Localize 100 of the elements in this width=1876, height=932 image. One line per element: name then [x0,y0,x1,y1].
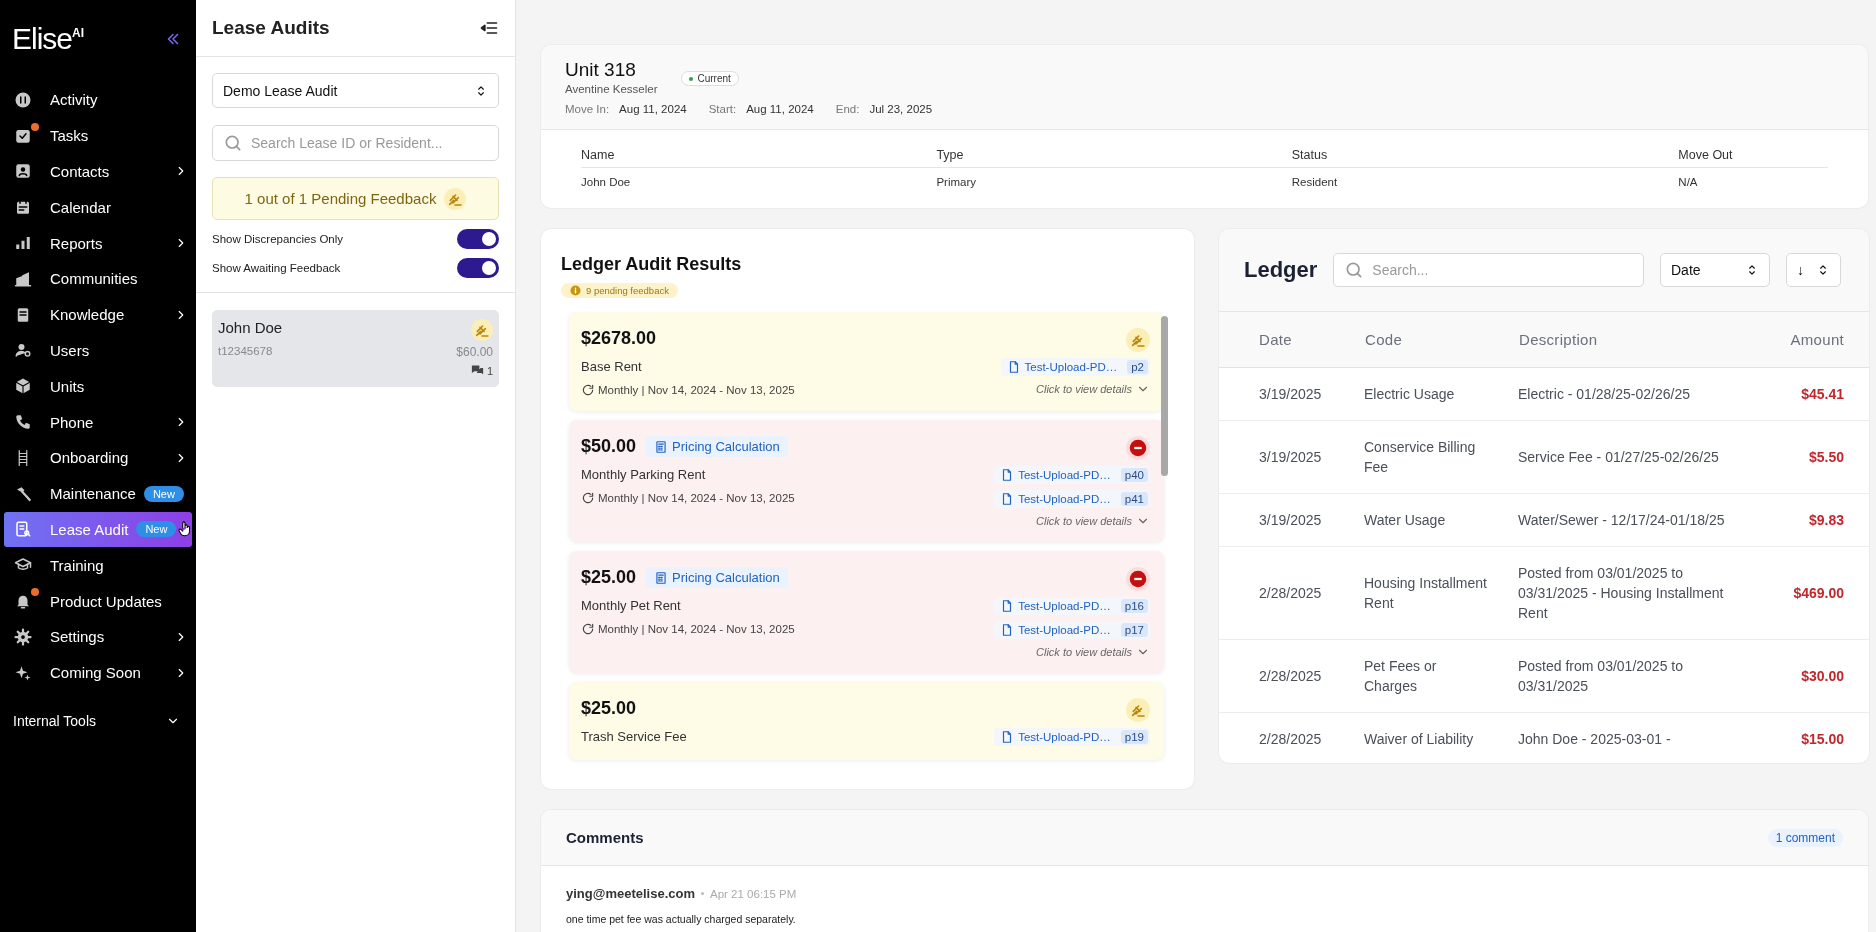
sidebar-item[interactable]: Settings [4,618,192,655]
audit-item-card[interactable]: $25.00 Trash Service Fee Test-Upload-PD… p19 [569,682,1164,760]
audit-item-card[interactable]: $2678.00 Base Rent Monthly | Nov 14, 2024 - Nov 13, 2025 Test-Upload-PD… p2 Click to view details [569,312,1164,411]
document-link[interactable]: Test-Upload-PD… p41 [994,490,1150,508]
table-cell: $15.00 [1763,712,1869,763]
sidebar-item[interactable]: Maintenance New [4,475,192,512]
column-header: Code [1364,312,1518,368]
document-link[interactable]: Test-Upload-PD… p16 [994,597,1150,615]
view-details-button[interactable]: Click to view details [1036,514,1150,528]
date-value: Jul 23, 2025 [869,103,933,115]
date-label: Move In: [565,103,610,115]
table-cell: $30.00 [1763,639,1869,713]
view-details-button[interactable]: Click to view details [1036,382,1150,396]
section-title: Ledger Audit Results [561,254,743,275]
toggle-switch[interactable] [457,229,499,249]
sidebar-item[interactable]: Units [4,368,192,405]
charge-name: Base Rent [581,359,643,374]
refresh-icon [581,491,595,505]
sidebar-item[interactable]: Training [4,547,192,584]
view-details-button[interactable]: Click to view details [1036,645,1150,659]
table-cell: Electric Usage [1364,367,1518,421]
remove-icon [1126,567,1150,591]
document-search-icon [14,520,32,539]
charge-schedule: Monthly | Nov 14, 2024 - Nov 13, 2025 [598,623,795,635]
audit-amount: $50.00 [581,436,637,457]
charge-name: Monthly Pet Rent [581,598,682,613]
charge-schedule: Monthly | Nov 14, 2024 - Nov 13, 2025 [598,384,795,396]
table-cell: Water/Sewer - 12/17/24-01/18/25 [1518,493,1763,547]
section-title: Ledger [1244,257,1318,283]
sidebar-item[interactable]: Knowledge [4,296,192,333]
search-field[interactable]: Search Lease ID or Resident... [212,125,499,161]
table-cell-text: Primary [936,175,977,188]
sidebar-item[interactable]: Coming Soon [4,654,192,691]
table-cell: $5.50 [1763,420,1869,494]
sort-select[interactable]: Date [1660,253,1770,287]
date-label: Start: [708,103,737,115]
gavel-icon [471,319,493,341]
toggle-switch[interactable] [457,258,499,278]
column-header: Status [1291,148,1679,168]
comment-text: one time pet fee was actually charged separately. [566,913,797,925]
sidebar-item[interactable]: Phone [4,404,192,440]
panel-title: Lease Audits [212,17,330,39]
phone-icon [14,413,32,432]
table-cell: 3/19/2025 [1219,367,1364,421]
table-cell: Posted from 03/01/2025 to 03/31/2025 - Housing Installment Rent [1518,546,1763,640]
calendar-icon [14,198,32,217]
document-link[interactable]: Test-Upload-PD… p40 [994,466,1150,484]
document-link[interactable]: Test-Upload-PD… p2 [1000,358,1150,376]
column-header: Date [1219,312,1364,368]
toggle-label: Show Awaiting Feedback [212,262,341,274]
scrollbar[interactable] [1161,316,1168,476]
resident-amount: $60.00 [456,345,493,359]
table-cell-text: N/A [1678,175,1699,188]
resident-card[interactable]: John Doe t12345678 $60.00 1 [212,310,499,387]
table-cell: Waiver of Liability [1364,712,1518,763]
sidebar-item[interactable]: Tasks [4,117,192,154]
table-cell: Service Fee - 01/27/25-02/26/25 [1518,420,1763,494]
charge-schedule: Monthly | Nov 14, 2024 - Nov 13, 2025 [598,492,795,504]
sidebar-item[interactable]: Onboarding [4,439,192,476]
charge-name: Monthly Parking Rent [581,467,707,482]
table-cell: 2/28/2025 [1219,546,1364,640]
document-link[interactable]: Test-Upload-PD… p19 [994,728,1150,746]
sidebar-item[interactable]: Reports [4,225,192,261]
sidebar-item[interactable]: Communities [4,261,192,297]
unit-title: Unit 318 [565,59,637,81]
document-link[interactable]: Test-Upload-PD… p17 [994,621,1150,639]
sidebar-item[interactable]: Activity [4,82,192,118]
comment-count-badge: 1 comment [1767,828,1843,847]
search-field[interactable]: Search... [1333,253,1644,287]
sidebar-item[interactable]: Contacts [4,153,192,190]
sidebar-item[interactable]: Calendar [4,189,192,226]
new-badge: New [136,521,177,538]
contact-card-icon [14,162,32,181]
date-label: End: [835,103,860,115]
new-badge: New [143,485,184,502]
internal-tools-section[interactable]: Internal Tools [4,702,192,739]
audit-item-card[interactable]: $50.00 Pricing Calculation Monthly Parking Rent Monthly | Nov 14, 2024 - Nov 13, 2025 Test-Upload-PD… p40 Test-Upload-PD… p41 Click to view details [569,420,1164,542]
pricing-calculation-tag: Pricing Calculation [646,436,788,457]
audit-item-card[interactable]: $25.00 Pricing Calculation Monthly Pet Rent Monthly | Nov 14, 2024 - Nov 13, 2025 Test-Upload-PD… p16 Test-Upload-PD… p17 Click to view details [569,551,1164,673]
calculator-icon [654,570,669,585]
table-cell: Water Usage [1364,493,1518,547]
section-title: Comments [566,829,644,846]
sidebar-item[interactable]: Users [4,332,192,369]
column-header: Name [581,148,937,168]
audit-select[interactable]: Demo Lease Audit [212,73,499,108]
toggle-label: Show Discrepancies Only [212,233,344,245]
sort-direction-select[interactable]: ↓ [1786,253,1841,287]
table-cell: Conservice Billing Fee [1364,420,1518,494]
sidebar-item[interactable]: Product Updates [4,583,192,619]
comment-author: ying@meetelise.com [566,886,695,901]
resident-name: Aventine Kesseler [565,83,658,95]
refresh-icon [581,383,595,397]
building-icon [14,269,32,288]
sidebar-item[interactable]: Lease Audit New [4,511,192,548]
charge-name: Trash Service Fee [581,729,687,744]
audit-amount: $2678.00 [581,328,657,349]
table-cell-text: John Doe [581,175,632,188]
table-cell: 2/28/2025 [1219,639,1364,713]
cube-icon [14,377,32,396]
table-cell: 3/19/2025 [1219,420,1364,494]
